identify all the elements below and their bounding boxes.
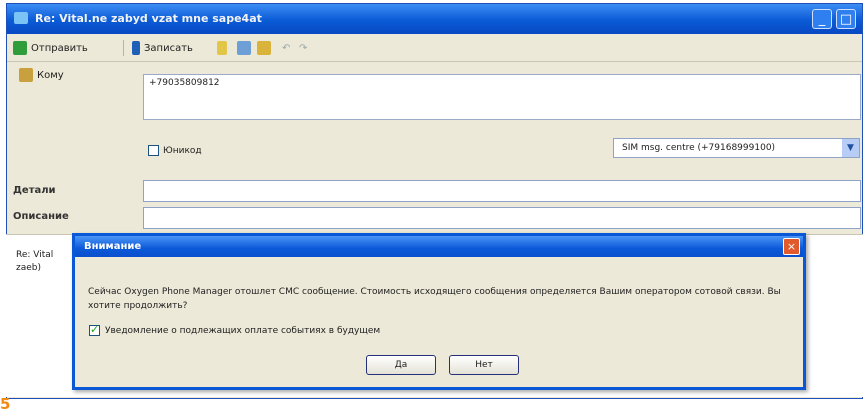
redo-button[interactable]: ↷ (299, 39, 307, 57)
save-label: Записать (144, 42, 193, 54)
message-line-1: Re: Vital (16, 250, 54, 260)
chevron-down-icon[interactable]: ▼ (842, 139, 859, 157)
no-button[interactable]: Нет (449, 355, 519, 375)
dialog-close-button[interactable]: × (783, 238, 800, 255)
details-field[interactable] (143, 180, 861, 202)
unicode-option[interactable]: Юникод (148, 145, 202, 156)
save-button[interactable]: Записать (132, 39, 193, 57)
send-label: Отправить (31, 42, 88, 54)
undo-button[interactable]: ↶ (282, 39, 290, 57)
window-title: Re: Vital.ne zabyd vzat mne sape4at (35, 12, 262, 25)
description-field[interactable] (143, 207, 861, 229)
to-label: Кому (37, 69, 64, 81)
message-preview: Re: Vital zaeb) (16, 249, 53, 275)
save-icon (132, 41, 140, 55)
copy-icon (237, 41, 251, 55)
contacts-icon (257, 41, 271, 55)
toolbar: Отправить Записать ↶ ↷ (7, 35, 862, 62)
app-icon (14, 12, 28, 24)
to-value: +79035809812 (149, 78, 220, 88)
sim-center-select[interactable]: SIM msg. centre (+79168999100) ▼ (613, 138, 860, 158)
details-label: Детали (13, 185, 56, 196)
message-line-2: zaeb) (16, 263, 42, 273)
dialog-title: Внимание (84, 241, 142, 252)
unicode-label: Юникод (163, 145, 202, 156)
currency-button[interactable] (217, 39, 227, 57)
sim-center-value: SIM msg. centre (+79168999100) (622, 143, 776, 153)
to-field[interactable]: +79035809812 (143, 74, 861, 120)
future-notify-option[interactable]: Уведомление о подлежащих оплате событиях… (89, 323, 381, 336)
future-notify-checkbox[interactable] (89, 323, 100, 336)
address-book-icon (19, 68, 33, 82)
unicode-checkbox[interactable] (148, 145, 159, 156)
window-titlebar: Re: Vital.ne zabyd vzat mne sape4at _ □ (7, 4, 862, 34)
toolbar-separator (123, 40, 124, 56)
warning-dialog: Внимание × Сейчас Oxygen Phone Manager о… (72, 233, 806, 390)
to-contact-button[interactable]: Кому (19, 66, 64, 84)
send-button[interactable]: Отправить (13, 39, 88, 57)
contacts-button[interactable] (257, 39, 271, 57)
send-icon (13, 41, 27, 55)
undo-icon: ↶ (282, 42, 291, 54)
maximize-button[interactable]: □ (836, 9, 856, 29)
yes-button[interactable]: Да (366, 355, 436, 375)
figure-number: 5 (0, 395, 11, 413)
redo-icon: ↷ (299, 42, 308, 54)
dollar-icon (217, 41, 227, 55)
close-button-edge[interactable] (860, 9, 862, 29)
copy-button[interactable] (237, 39, 251, 57)
dialog-message: Сейчас Oxygen Phone Manager отошлет СМС … (88, 287, 781, 311)
future-notify-label: Уведомление о подлежащих оплате событиях… (105, 325, 381, 336)
description-label: Описание (13, 211, 69, 222)
dialog-titlebar: Внимание × (75, 236, 803, 257)
minimize-button[interactable]: _ (812, 9, 832, 29)
